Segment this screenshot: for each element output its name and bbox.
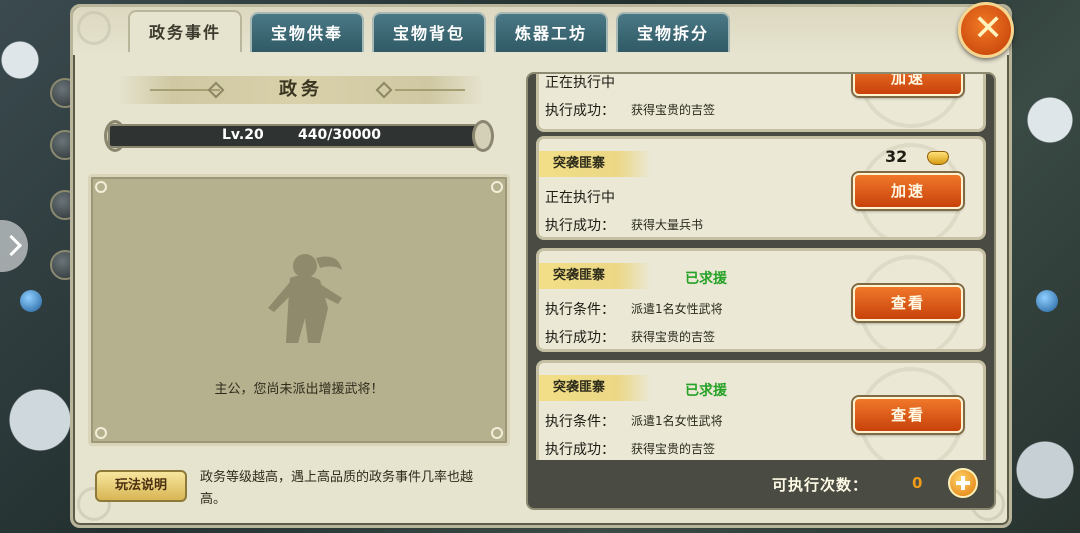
speed-up-button[interactable]: 加速 <box>853 74 963 96</box>
speed-up-cost: 32 <box>885 147 908 166</box>
event-condition-row: 执行条件： 派遣1名女性武将 <box>545 411 723 431</box>
add-exec-count-button[interactable] <box>948 468 978 498</box>
event-card: 突袭匪寨 已求援 执行条件： 派遣1名女性武将 执行成功： 获得宝贵的吉签 查看 <box>536 360 986 460</box>
level-bar-cap-right <box>472 120 494 152</box>
section-title: 政务 <box>279 79 323 100</box>
help-requested-status: 已求援 <box>685 271 727 287</box>
event-result-row: 执行成功： 获得宝贵的吉签 <box>545 327 715 347</box>
slot-corner <box>95 427 107 439</box>
event-condition-row: 执行条件： 派遣1名女性武将 <box>545 299 723 319</box>
close-button[interactable]: ✕ <box>958 2 1014 58</box>
view-button[interactable]: 查看 <box>853 285 963 321</box>
slot-corner <box>491 427 503 439</box>
result-label: 执行成功： <box>545 442 615 458</box>
event-result-row: 执行成功： 获得宝贵的吉签 <box>545 100 715 120</box>
warrior-silhouette-icon <box>268 254 342 343</box>
tab-treasure-offering[interactable]: 宝物供奉 <box>250 12 364 52</box>
slot-corner <box>95 181 107 193</box>
gold-ingot-icon <box>927 151 949 165</box>
tab-treasure-bag[interactable]: 宝物背包 <box>372 12 486 52</box>
event-tag: 突袭匪寨 <box>539 151 651 177</box>
event-tag: 突袭匪寨 <box>539 375 651 401</box>
empty-slot-hint: 主公，您尚未派出增援武将！ <box>214 382 384 397</box>
tab-forge-workshop[interactable]: 炼器工坊 <box>494 12 608 52</box>
orb-icon <box>20 290 42 312</box>
tab-treasure-split[interactable]: 宝物拆分 <box>616 12 730 52</box>
event-tag: 突袭匪寨 <box>539 263 651 289</box>
left-edge-bg <box>0 0 80 533</box>
corner-ornament <box>77 11 111 45</box>
event-card: 突袭匪寨 已求援 执行条件： 派遣1名女性武将 执行成功： 获得宝贵的吉签 查看 <box>536 248 986 352</box>
result-label: 执行成功： <box>545 103 615 119</box>
result-label: 执行成功： <box>545 218 615 234</box>
condition-label: 执行条件： <box>545 414 615 430</box>
event-status: 正在执行中 <box>545 190 615 206</box>
close-icon: ✕ <box>973 8 1004 49</box>
condition-value: 派遣1名女性武将 <box>631 302 723 316</box>
condition-label: 执行条件： <box>545 302 615 318</box>
help-description: 政务等级越高，遇上高品质的政务事件几率也越高。 <box>200 470 474 507</box>
event-result-row: 执行成功： 获得宝贵的吉签 <box>545 439 715 459</box>
event-result-row: 执行成功： 获得大量兵书 <box>545 215 703 235</box>
result-value: 获得宝贵的吉签 <box>631 103 716 117</box>
slot-corner <box>491 181 503 193</box>
result-value: 获得大量兵书 <box>631 218 704 232</box>
event-status: 正在执行中 <box>545 75 615 91</box>
expand-arrow-icon[interactable] <box>0 220 28 272</box>
exec-count-label: 可执行次数： <box>772 476 869 494</box>
condition-value: 派遣1名女性武将 <box>631 414 723 428</box>
event-card: 正在执行中 执行成功： 获得宝贵的吉签 加速 <box>536 74 986 132</box>
help-button[interactable]: 玩法说明 <box>95 470 187 502</box>
help-requested-status: 已求援 <box>685 383 727 399</box>
event-card: 突袭匪寨 正在执行中 执行成功： 获得大量兵书 32 加速 <box>536 136 986 240</box>
result-value: 获得宝贵的吉签 <box>631 442 716 456</box>
level-label: Lv.20 <box>222 127 264 143</box>
orb-icon <box>1036 290 1058 312</box>
level-progress-text: 440/30000 <box>298 127 382 143</box>
view-button[interactable]: 查看 <box>853 397 963 433</box>
result-value: 获得宝贵的吉签 <box>631 330 716 344</box>
speed-up-button[interactable]: 加速 <box>853 173 963 209</box>
exec-count-value: 0 <box>912 474 923 492</box>
result-label: 执行成功： <box>545 330 615 346</box>
tab-political-events[interactable]: 政务事件 <box>128 10 242 52</box>
